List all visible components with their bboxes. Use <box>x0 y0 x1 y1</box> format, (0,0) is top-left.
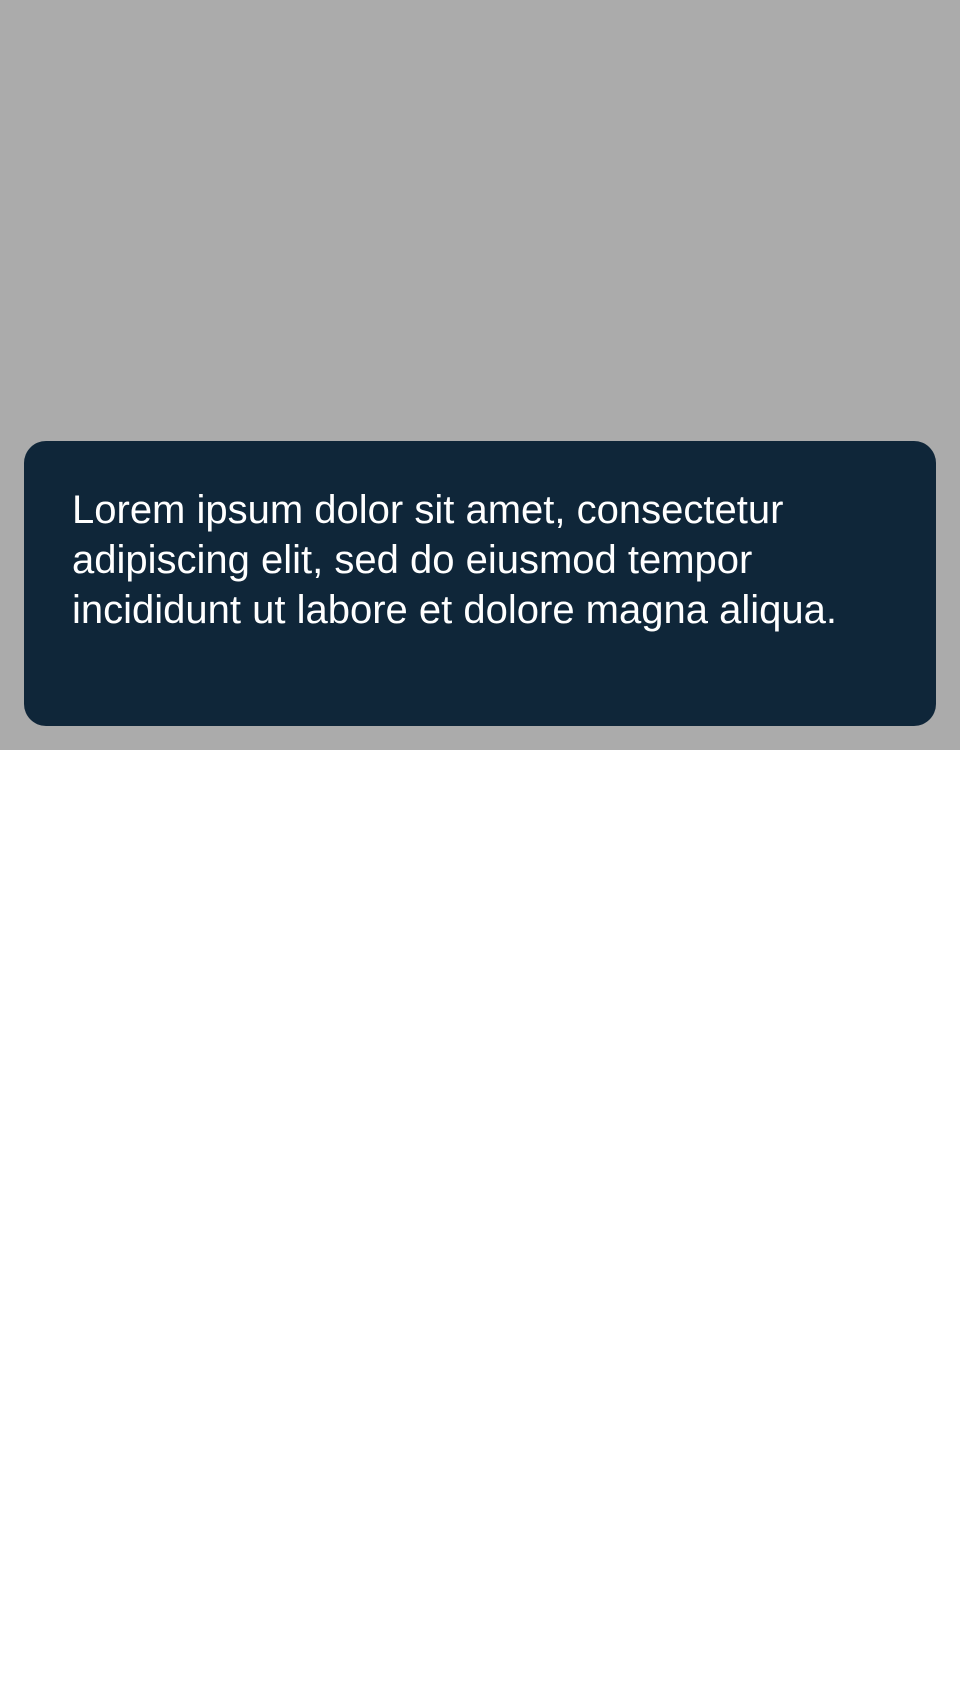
screen: Lorem ipsum dolor sit amet, consectetur … <box>0 0 960 1704</box>
tooltip-card[interactable]: Lorem ipsum dolor sit amet, consectetur … <box>24 441 936 726</box>
tooltip-message: Lorem ipsum dolor sit amet, consectetur … <box>72 488 837 632</box>
